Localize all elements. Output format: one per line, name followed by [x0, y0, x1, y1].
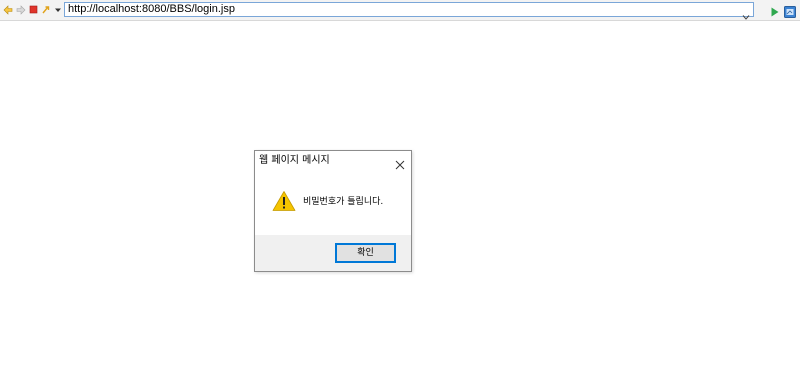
alert-dialog: 웹 페이지 메시지 비밀번호가 틀립니다. 확인 — [254, 150, 412, 272]
ok-button[interactable]: 확인 — [335, 243, 396, 263]
address-bar[interactable]: http://localhost:8080/BBS/login.jsp — [64, 2, 754, 20]
browser-toolbar: http://localhost:8080/BBS/login.jsp — [0, 0, 800, 21]
refresh-icon[interactable] — [40, 3, 52, 16]
stop-icon[interactable] — [27, 3, 39, 16]
close-icon[interactable] — [395, 155, 405, 170]
play-arrow-icon[interactable] — [770, 3, 780, 22]
dialog-footer: 확인 — [255, 235, 411, 271]
dialog-title: 웹 페이지 메시지 — [259, 155, 330, 166]
external-browser-icon[interactable] — [784, 3, 796, 22]
warning-icon — [272, 190, 296, 212]
forward-arrow-icon[interactable] — [15, 3, 27, 16]
back-arrow-icon[interactable] — [2, 3, 14, 16]
menu-dropdown-icon[interactable] — [52, 3, 64, 16]
dialog-message: 비밀번호가 틀립니다. — [303, 197, 384, 207]
address-url[interactable]: http://localhost:8080/BBS/login.jsp — [68, 3, 235, 16]
